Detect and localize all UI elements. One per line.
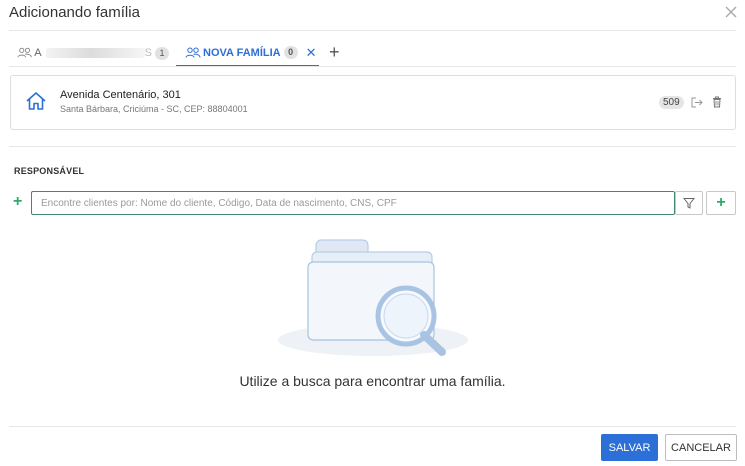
users-icon — [185, 47, 201, 58]
client-search-input[interactable] — [31, 191, 675, 215]
add-responsavel-icon[interactable]: + — [13, 193, 22, 211]
address-city: Santa Bárbara, Criciúma - SC, CEP: 88804… — [60, 104, 248, 114]
footer-divider — [9, 426, 736, 427]
dialog-title: Adicionando família — [9, 4, 140, 21]
empty-state-message: Utilize a busca para encontrar uma famíl… — [239, 373, 506, 389]
users-icon — [17, 47, 32, 58]
tab-close-icon[interactable]: ✕ — [306, 45, 317, 61]
filter-button[interactable] — [675, 191, 703, 215]
tab-count-badge: 0 — [283, 46, 298, 59]
cancel-button[interactable]: CANCELAR — [665, 434, 737, 461]
empty-folder-search-illustration — [278, 239, 468, 356]
tab-family-existing[interactable]: A S 1 — [17, 40, 169, 66]
trash-icon[interactable] — [712, 96, 722, 108]
redacted-text — [45, 48, 145, 58]
section-responsavel-label: RESPONSÁVEL — [14, 166, 85, 176]
tab-label: NOVA FAMÍLIA — [203, 46, 281, 59]
filter-icon — [683, 198, 695, 209]
close-icon[interactable] — [723, 4, 739, 20]
divider — [9, 30, 736, 31]
tab-nova-familia[interactable]: NOVA FAMÍLIA 0 ✕ — [176, 40, 319, 67]
add-client-button[interactable]: + — [706, 191, 736, 215]
tabs-divider — [9, 66, 736, 67]
section-divider — [9, 146, 736, 147]
address-card: Avenida Centenário, 301 Santa Bárbara, C… — [10, 75, 736, 130]
address-number-badge: 509 — [659, 96, 684, 109]
add-tab-button[interactable]: + — [329, 42, 340, 63]
tab-count-badge: 1 — [155, 46, 169, 60]
address-street: Avenida Centenário, 301 — [60, 89, 181, 101]
save-button[interactable]: SALVAR — [601, 434, 658, 461]
tab-label-suffix: S — [144, 47, 152, 59]
home-icon — [26, 92, 46, 110]
move-out-icon[interactable] — [691, 97, 703, 108]
tab-label-prefix: A — [34, 47, 42, 59]
